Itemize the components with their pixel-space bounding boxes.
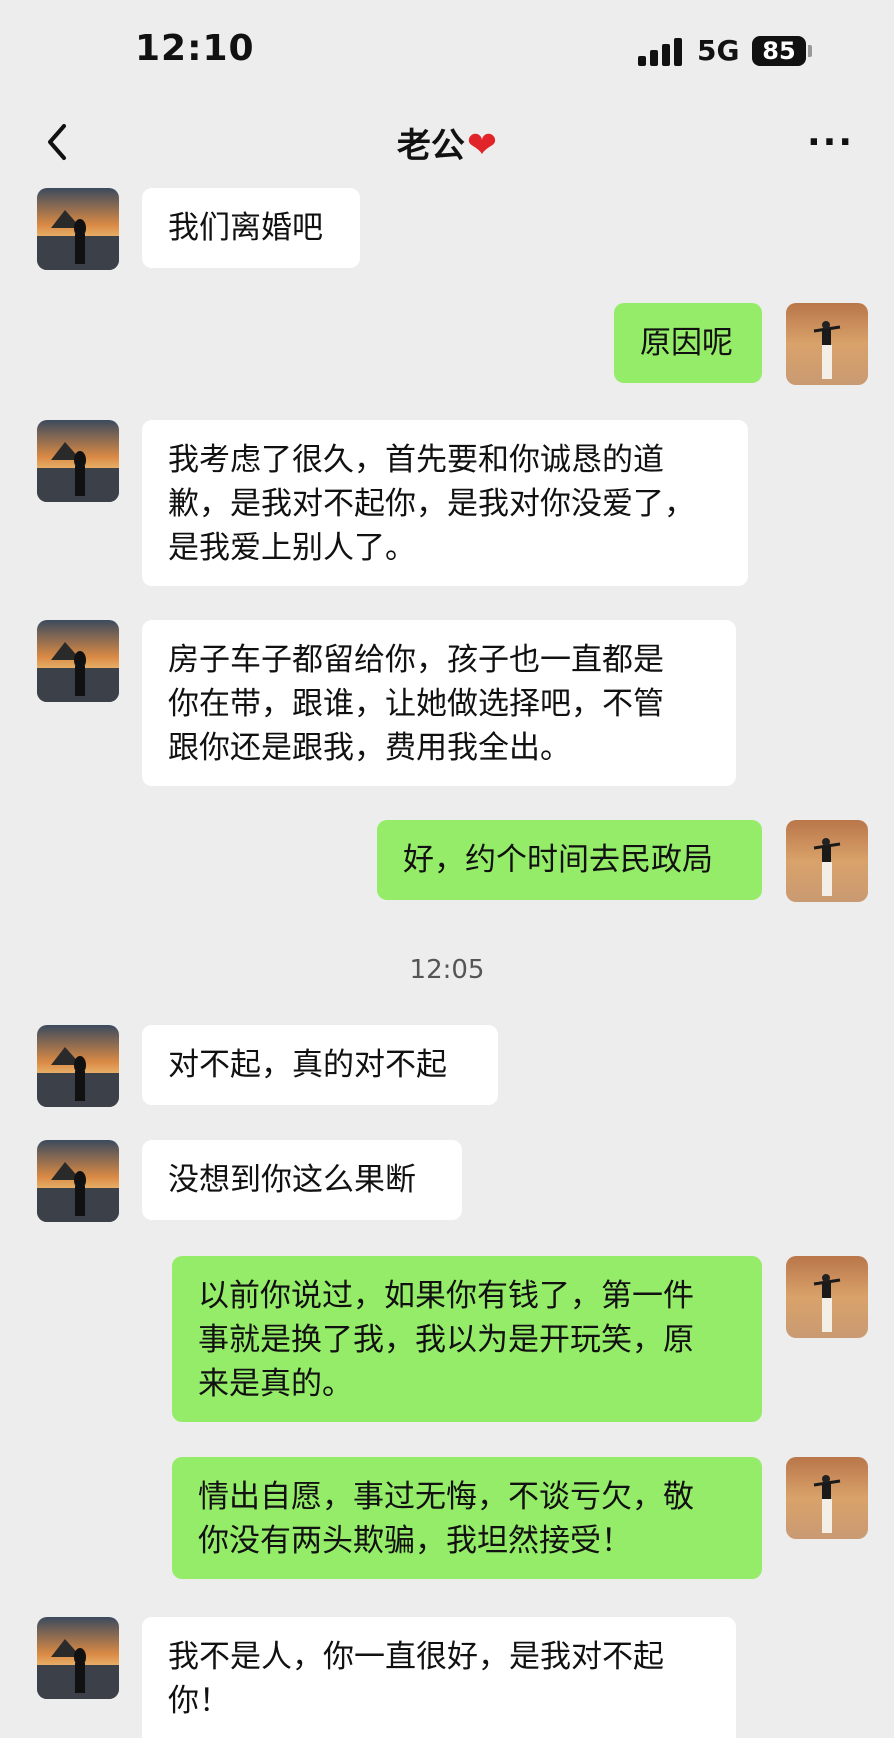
contact-name: 老公 [396, 126, 465, 166]
message-bubble-incoming[interactable]: 房子车子都留给你，孩子也一直都是 你在带，跟谁，让她做选择吧，不管 跟你还是跟我… [142, 620, 736, 786]
chat-title: 老公❤ [0, 118, 894, 167]
avatar-husband[interactable] [37, 620, 119, 702]
timestamp-separator: 12:05 [409, 955, 485, 985]
message-bubble-incoming[interactable]: 我考虑了很久，首先要和你诚恳的道 歉，是我对不起你，是我对你没爱了， 是我爱上别… [142, 420, 748, 586]
avatar-husband[interactable] [37, 420, 119, 502]
avatar-husband[interactable] [37, 1140, 119, 1222]
message-bubble-incoming[interactable]: 对不起，真的对不起 [142, 1025, 498, 1105]
network-type: 5G [697, 34, 740, 67]
message-bubble-incoming[interactable]: 我们离婚吧 [142, 188, 360, 268]
avatar-husband[interactable] [37, 1617, 119, 1699]
avatar-self[interactable] [786, 820, 868, 902]
avatar-self[interactable] [786, 1457, 868, 1539]
message-bubble-incoming[interactable]: 我不是人，你一直很好，是我对不起 你！ [142, 1617, 736, 1738]
status-clock: 12:10 [135, 28, 255, 69]
message-bubble-incoming[interactable]: 没想到你这么果断 [142, 1140, 462, 1220]
chat-header: 老公❤ ··· [0, 100, 894, 180]
battery-tip [808, 45, 812, 57]
message-bubble-outgoing[interactable]: 好，约个时间去民政局 [377, 820, 762, 900]
avatar-self[interactable] [786, 1256, 868, 1338]
signal-icon [638, 36, 684, 66]
avatar-husband[interactable] [37, 1025, 119, 1107]
message-bubble-outgoing[interactable]: 原因呢 [614, 303, 762, 383]
avatar-self[interactable] [786, 303, 868, 385]
message-bubble-outgoing[interactable]: 情出自愿，事过无悔，不谈亏欠，敬 你没有两头欺骗，我坦然接受！ [172, 1457, 762, 1579]
battery-icon: 85 [752, 36, 806, 66]
status-bar: 12:10 5G 85 [0, 0, 894, 100]
avatar-husband[interactable] [37, 188, 119, 270]
heart-icon: ❤ [466, 125, 498, 166]
message-bubble-outgoing[interactable]: 以前你说过，如果你有钱了，第一件 事就是换了我，我以为是开玩笑，原 来是真的。 [172, 1256, 762, 1422]
more-options-icon[interactable]: ··· [807, 122, 854, 163]
